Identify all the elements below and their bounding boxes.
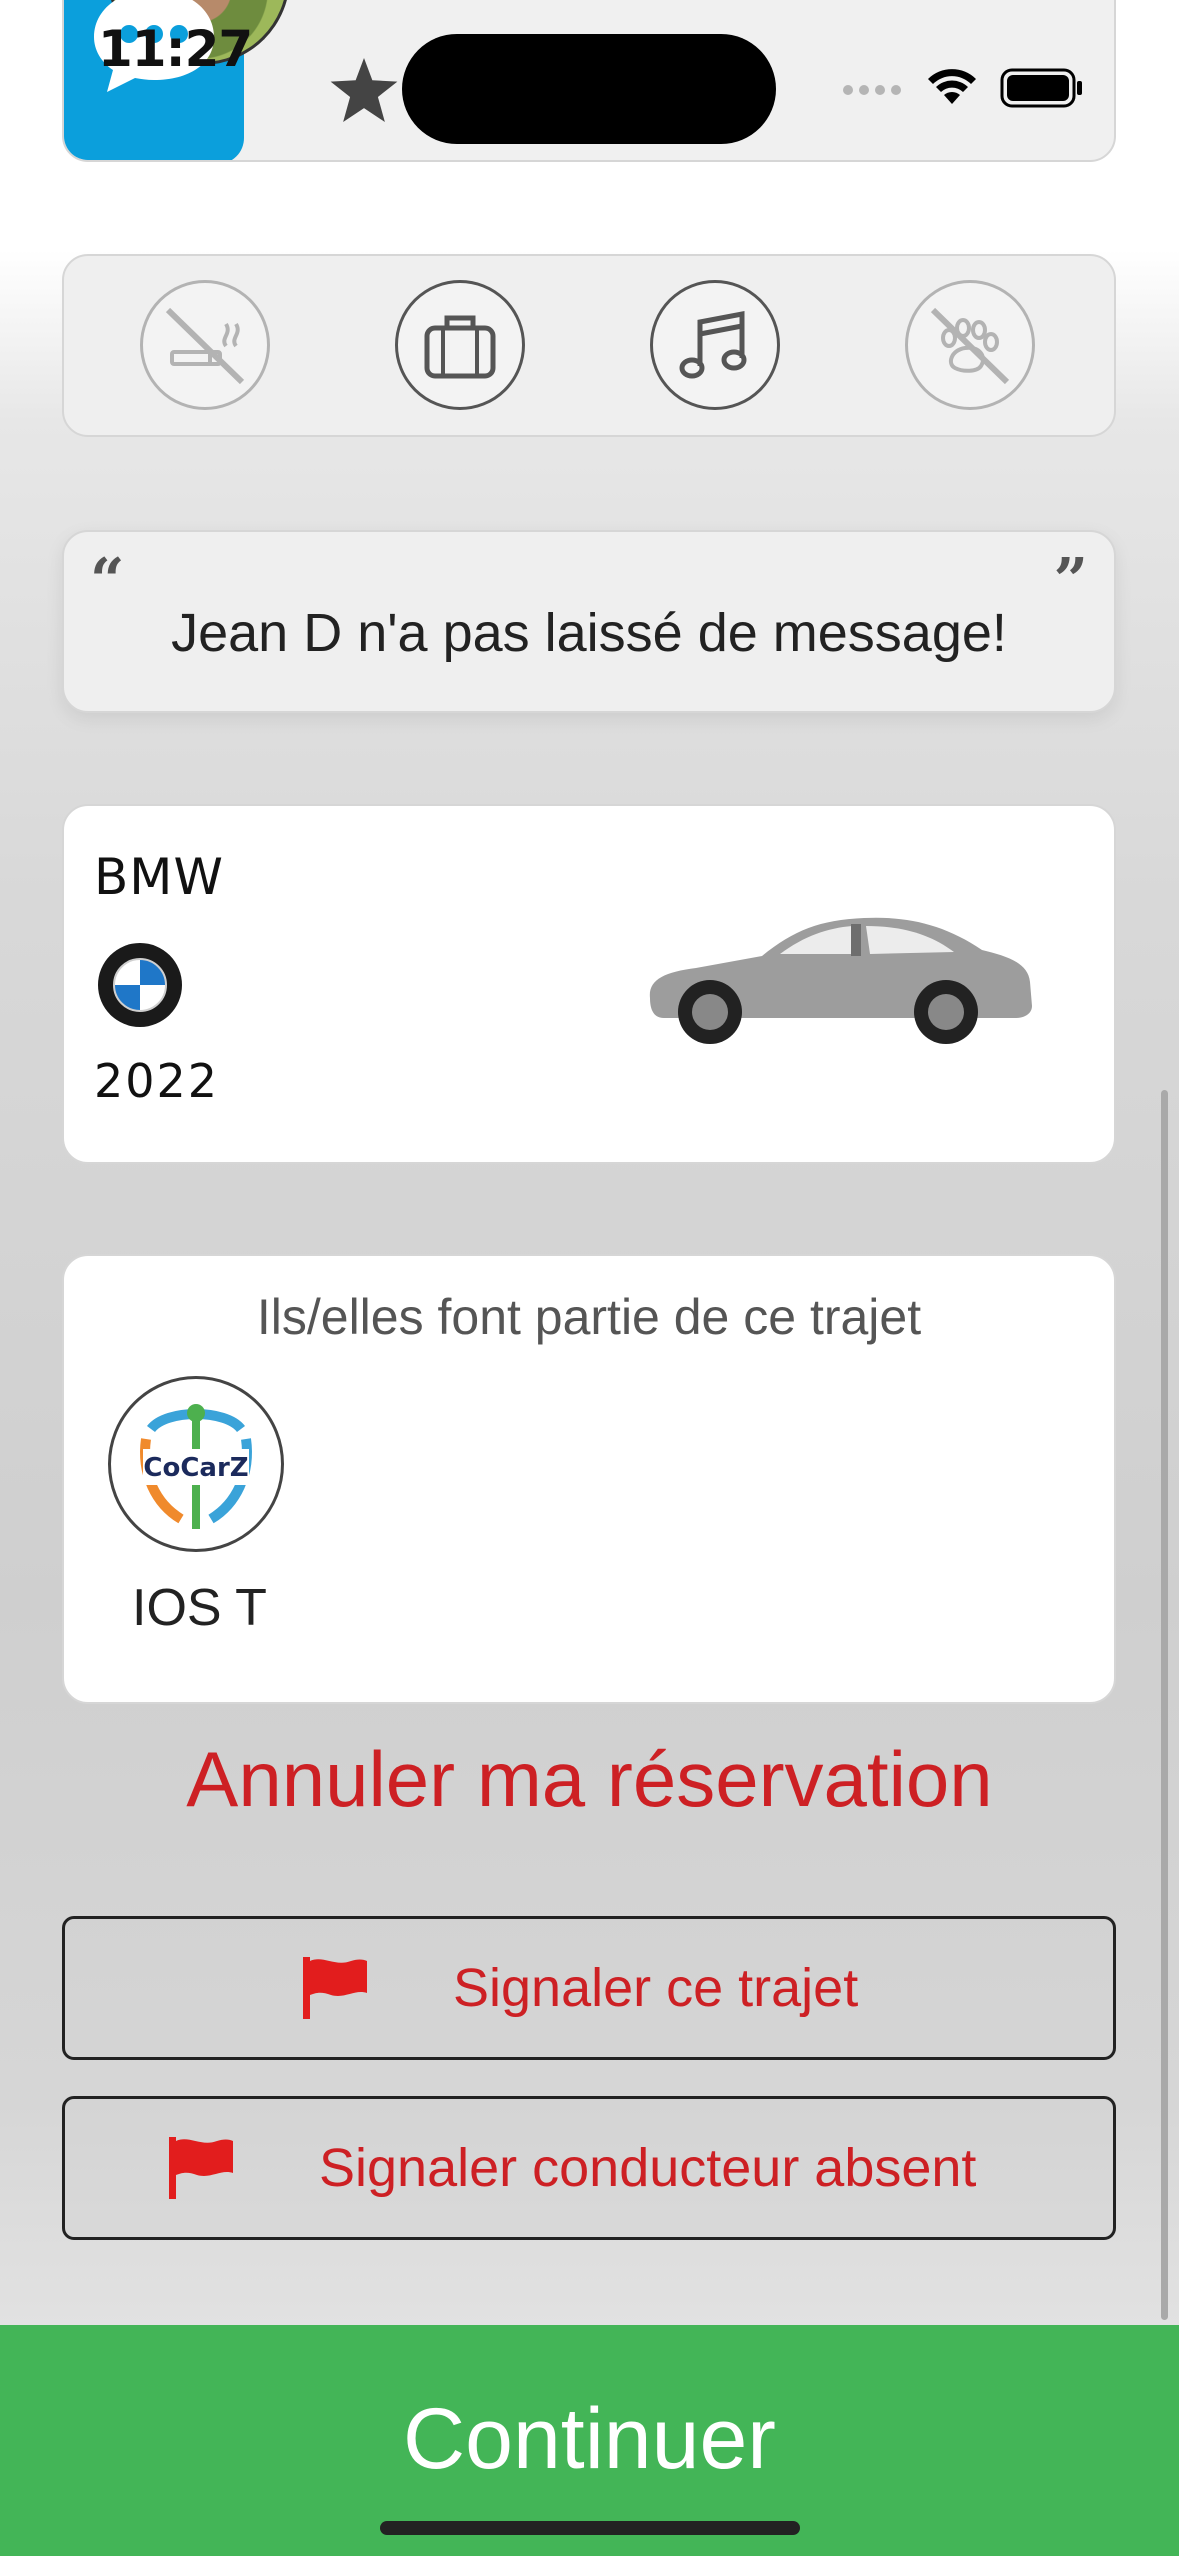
passenger-avatar[interactable]: CoCarZ: [108, 1376, 284, 1552]
flag-icon: [303, 1957, 367, 2019]
cocarz-logo-icon: CoCarZ: [116, 1384, 276, 1544]
bmw-logo-icon: [98, 943, 182, 1027]
driver-message-card: “ ” Jean D n'a pas laissé de message!: [62, 530, 1116, 713]
cellular-signal-icon: [843, 85, 901, 95]
driver-message-text: Jean D n'a pas laissé de message!: [171, 603, 1007, 663]
scrollbar[interactable]: [1161, 1090, 1168, 2320]
report-trip-label: Signaler ce trajet: [453, 1958, 859, 2018]
report-trip-button[interactable]: Signaler ce trajet: [62, 1916, 1116, 2060]
wifi-icon: [928, 69, 976, 104]
passenger-name: IOS T: [132, 1579, 267, 1637]
no-pets-icon: [905, 280, 1035, 410]
svg-text:CoCarZ: CoCarZ: [143, 1453, 248, 1483]
report-absent-driver-button[interactable]: Signaler conducteur absent: [62, 2096, 1116, 2240]
home-indicator: [380, 2521, 800, 2535]
music-icon: [650, 280, 780, 410]
cancel-reservation-link[interactable]: Annuler ma réservation: [0, 1734, 1179, 1825]
no-smoking-icon: [140, 280, 270, 410]
car-icon: [649, 917, 1032, 1044]
dynamic-island: [402, 34, 776, 144]
report-absent-label: Signaler conducteur absent: [319, 2138, 977, 2198]
flag-icon: [169, 2137, 233, 2199]
battery-icon: [1000, 68, 1082, 108]
status-time: 11:27: [98, 20, 253, 78]
car-card: BMW 2022: [62, 804, 1116, 1164]
star-icon: [330, 58, 398, 122]
preferences-card: [62, 254, 1116, 437]
luggage-icon: [395, 280, 525, 410]
car-brand: BMW: [94, 848, 224, 906]
passengers-title: Ils/elles font partie de ce trajet: [256, 1289, 922, 1345]
passengers-card: Ils/elles font partie de ce trajet CoCar…: [62, 1254, 1116, 1704]
continue-label: Continuer: [403, 2391, 776, 2487]
car-year: 2022: [94, 1054, 220, 1108]
